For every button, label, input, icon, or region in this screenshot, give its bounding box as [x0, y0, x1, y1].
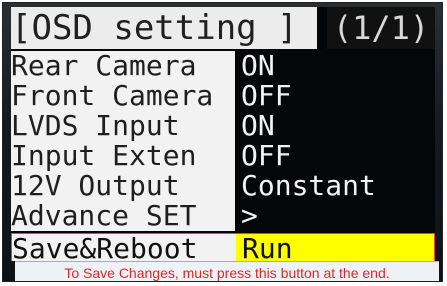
menu-value-input-exten: OFF — [235, 141, 435, 171]
menu-label-save-reboot: Save&Reboot — [12, 234, 236, 261]
osd-menu: Rear Camera ON Front Camera OFF LVDS Inp… — [11, 51, 435, 261]
osd-screen: [OSD setting ] (1/1) Rear Camera ON Fron… — [11, 7, 435, 261]
menu-row-front-camera[interactable]: Front Camera OFF — [11, 81, 435, 111]
page-indicator: (1/1) — [327, 7, 435, 49]
menu-row-advance-set[interactable]: Advance SET > — [11, 201, 435, 231]
menu-value-lvds-input: ON — [235, 111, 435, 141]
menu-label-advance-set: Advance SET — [11, 201, 235, 231]
menu-row-12v-output[interactable]: 12V Output Constant — [11, 171, 435, 201]
menu-label-front-camera: Front Camera — [11, 81, 235, 111]
menu-label-12v-output: 12V Output — [11, 171, 235, 201]
osd-device-frame: [OSD setting ] (1/1) Rear Camera ON Fron… — [2, 2, 443, 282]
menu-row-rear-camera[interactable]: Rear Camera ON — [11, 51, 435, 81]
menu-row-lvds-input[interactable]: LVDS Input ON — [11, 111, 435, 141]
title-separator — [317, 7, 327, 49]
menu-value-12v-output: Constant — [235, 171, 435, 201]
menu-value-advance-set: > — [235, 201, 435, 231]
menu-value-rear-camera: ON — [235, 51, 435, 81]
menu-label-input-exten: Input Exten — [11, 141, 235, 171]
osd-title-bar: [OSD setting ] (1/1) — [11, 7, 435, 49]
menu-row-input-exten[interactable]: Input Exten OFF — [11, 141, 435, 171]
osd-title: [OSD setting ] — [11, 7, 317, 49]
save-instruction-note: To Save Changes, must press this button … — [15, 261, 439, 281]
menu-row-save-reboot[interactable]: Save&Reboot Run — [11, 233, 435, 261]
menu-label-rear-camera: Rear Camera — [11, 51, 235, 81]
menu-label-lvds-input: LVDS Input — [11, 111, 235, 141]
menu-value-front-camera: OFF — [235, 81, 435, 111]
run-button[interactable]: Run — [236, 234, 434, 261]
